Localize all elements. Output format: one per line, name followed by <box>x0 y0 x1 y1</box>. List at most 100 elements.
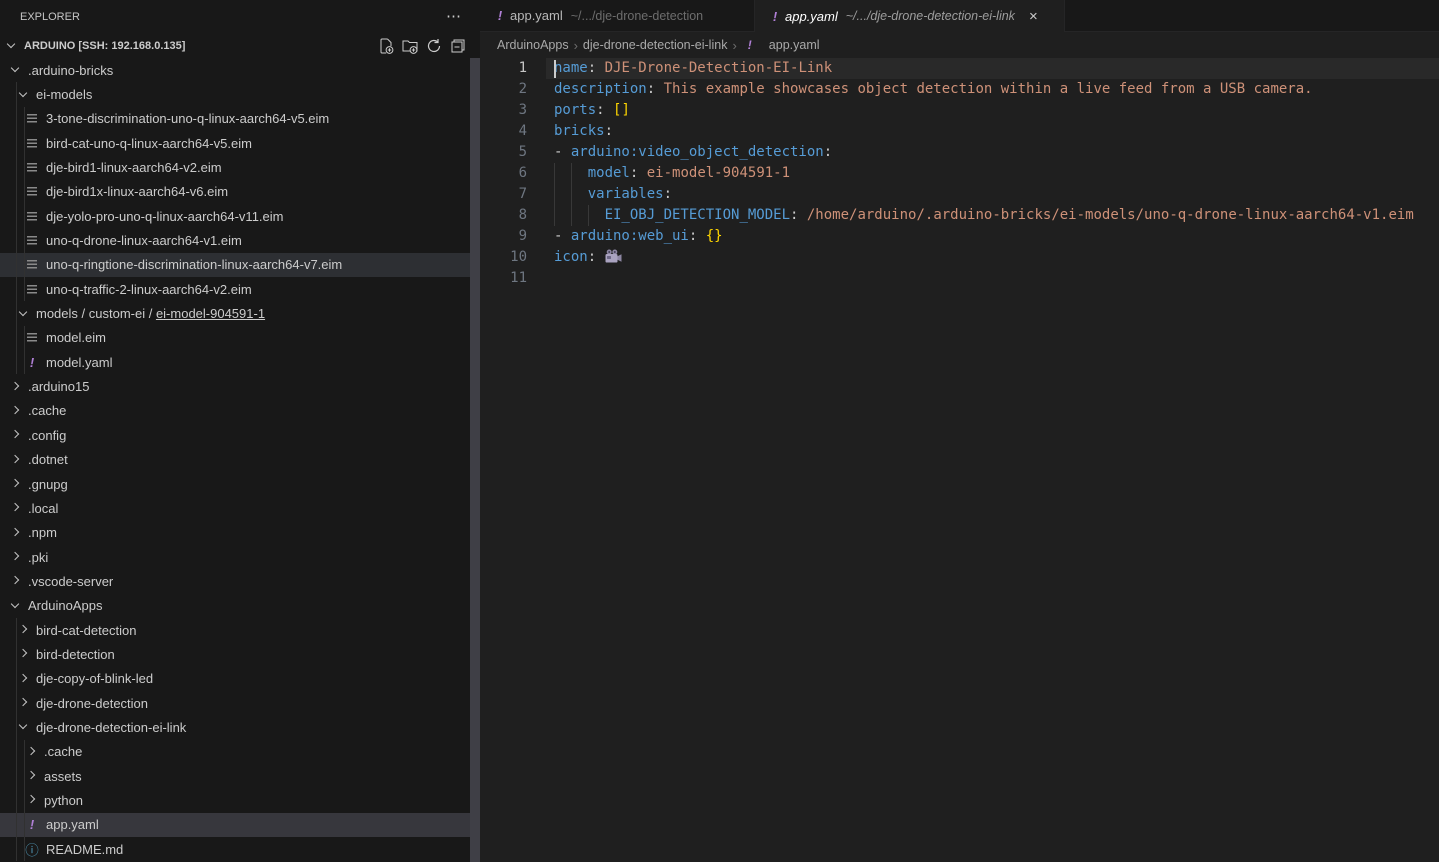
indent-guide <box>16 228 17 252</box>
tree-item[interactable]: .arduino-bricks <box>0 58 480 82</box>
tree-item[interactable]: uno-q-drone-linux-aarch64-v1.eim <box>0 228 480 252</box>
code-line[interactable]: 8 EI_OBJ_DETECTION_MODEL: /home/arduino/… <box>480 205 1439 226</box>
tree-item[interactable]: uno-q-ringtione-discrimination-linux-aar… <box>0 253 480 277</box>
refresh-icon[interactable] <box>426 38 442 54</box>
file-icon <box>24 281 40 297</box>
tree-item[interactable]: !model.yaml <box>0 350 480 374</box>
tree-item[interactable]: .local <box>0 496 480 520</box>
chevron-right-icon[interactable] <box>16 695 32 711</box>
tree-item[interactable]: dje-yolo-pro-uno-q-linux-aarch64-v11.eim <box>0 204 480 228</box>
code-token: description <box>554 81 647 97</box>
chevron-right-icon[interactable] <box>8 403 24 419</box>
tree-item-label: model.yaml <box>46 355 112 370</box>
code-token: icon <box>554 249 588 265</box>
chevron-right-icon[interactable] <box>16 646 32 662</box>
chevron-down-icon[interactable] <box>8 598 24 614</box>
tree-item[interactable]: dje-copy-of-blink-led <box>0 667 480 691</box>
code-line[interactable]: 10icon: <box>480 247 1439 268</box>
chevron-right-icon[interactable] <box>24 792 40 808</box>
code-line[interactable]: 11 <box>480 268 1439 289</box>
file-icon <box>24 184 40 200</box>
code-area[interactable]: 1name: DJE-Drone-Detection-EI-Link2descr… <box>480 58 1439 862</box>
chevron-right-icon[interactable] <box>8 427 24 443</box>
chevron-down-icon[interactable] <box>16 719 32 735</box>
chevron-down-icon[interactable] <box>16 87 32 103</box>
yaml-icon: ! <box>24 817 40 833</box>
tree-item[interactable]: assets <box>0 764 480 788</box>
tree-item[interactable]: .pki <box>0 545 480 569</box>
chevron-right-icon[interactable] <box>16 671 32 687</box>
code-line[interactable]: 7 variables: <box>480 184 1439 205</box>
tree-item[interactable]: uno-q-traffic-2-linux-aarch64-v2.eim <box>0 277 480 301</box>
chevron-right-icon[interactable] <box>16 622 32 638</box>
chevron-right-icon[interactable] <box>8 573 24 589</box>
tree-item[interactable]: .config <box>0 423 480 447</box>
code-line[interactable]: 5- arduino:video_object_detection: <box>480 142 1439 163</box>
tree-item[interactable]: .vscode-server <box>0 569 480 593</box>
tree-item[interactable]: ei-models <box>0 82 480 106</box>
tree-item[interactable]: !app.yaml <box>0 813 480 837</box>
more-actions-icon[interactable]: ⋯ <box>446 12 462 22</box>
tree-item[interactable]: bird-cat-detection <box>0 618 480 642</box>
new-file-icon[interactable] <box>378 38 394 54</box>
tree-item-link: ei-model-904591-1 <box>156 306 265 321</box>
chevron-down-icon[interactable] <box>8 62 24 78</box>
code-line[interactable]: 9- arduino:web_ui: {} <box>480 226 1439 247</box>
chevron-down-icon[interactable] <box>16 306 32 322</box>
tree-item-label: .vscode-server <box>28 574 113 589</box>
code-token: ports <box>554 102 596 118</box>
tree-item[interactable]: .cache <box>0 399 480 423</box>
tab-bar-filler <box>1065 0 1439 32</box>
chevron-right-icon[interactable] <box>8 452 24 468</box>
chevron-right-icon[interactable] <box>8 525 24 541</box>
sidebar-scrollbar[interactable] <box>470 58 480 862</box>
tree-item[interactable]: dje-drone-detection <box>0 691 480 715</box>
indent-guide <box>16 350 17 374</box>
breadcrumb-item[interactable]: !app.yaml <box>742 37 820 53</box>
tab[interactable]: !app.yaml~/.../dje-drone-detection <box>480 0 755 32</box>
chevron-right-icon[interactable] <box>8 476 24 492</box>
tree-item[interactable]: bird-detection <box>0 642 480 666</box>
code-line[interactable]: 1name: DJE-Drone-Detection-EI-Link <box>480 58 1439 79</box>
code-line[interactable]: 6 model: ei-model-904591-1 <box>480 163 1439 184</box>
code-token <box>596 249 604 265</box>
tree-item[interactable]: python <box>0 788 480 812</box>
breadcrumb-item[interactable]: dje-drone-detection-ei-link <box>583 38 728 52</box>
tree-item[interactable]: models / custom-ei / ei-model-904591-1 <box>0 301 480 325</box>
tree-item[interactable]: .dotnet <box>0 448 480 472</box>
tree-item[interactable]: .gnupg <box>0 472 480 496</box>
tree-item[interactable]: dje-drone-detection-ei-link <box>0 715 480 739</box>
tree-item[interactable]: dje-bird1x-linux-aarch64-v6.eim <box>0 180 480 204</box>
tree-item[interactable]: dje-bird1-linux-aarch64-v2.eim <box>0 155 480 179</box>
collapse-all-icon[interactable] <box>450 38 466 54</box>
tree-item[interactable]: ⓘREADME.md <box>0 837 480 861</box>
tree-item[interactable]: model.eim <box>0 326 480 350</box>
tab-label: app.yaml <box>510 8 563 23</box>
chevron-right-icon[interactable] <box>8 549 24 565</box>
tree-item-label: uno-q-ringtione-discrimination-linux-aar… <box>46 257 342 272</box>
tab[interactable]: !app.yaml~/.../dje-drone-detection-ei-li… <box>755 0 1065 32</box>
chevron-right-icon[interactable] <box>24 768 40 784</box>
code-token: This example showcases object detection … <box>655 81 1312 97</box>
tree-item[interactable]: .cache <box>0 740 480 764</box>
code-line[interactable]: 2description: This example showcases obj… <box>480 79 1439 100</box>
tree-item[interactable]: 3-tone-discrimination-uno-q-linux-aarch6… <box>0 107 480 131</box>
tree-item[interactable]: .npm <box>0 521 480 545</box>
code-token: [] <box>613 102 630 118</box>
tree-item-label: dje-copy-of-blink-led <box>36 671 153 686</box>
chevron-right-icon[interactable] <box>24 744 40 760</box>
tree-item[interactable]: ArduinoApps <box>0 594 480 618</box>
tree-item[interactable]: bird-cat-uno-q-linux-aarch64-v5.eim <box>0 131 480 155</box>
yaml-icon: ! <box>492 8 508 24</box>
tree-item[interactable]: .arduino15 <box>0 374 480 398</box>
breadcrumb-item[interactable]: ArduinoApps <box>497 38 569 52</box>
yaml-icon: ! <box>742 37 758 53</box>
breadcrumb: ArduinoApps›dje-drone-detection-ei-link›… <box>480 32 1439 58</box>
chevron-right-icon[interactable] <box>8 379 24 395</box>
code-line[interactable]: 4bricks: <box>480 121 1439 142</box>
workspace-section-header[interactable]: ARDUINO [SSH: 192.168.0.135] <box>0 33 480 58</box>
new-folder-icon[interactable] <box>402 38 418 54</box>
code-line[interactable]: 3ports: [] <box>480 100 1439 121</box>
close-icon[interactable]: × <box>1029 9 1038 24</box>
chevron-right-icon[interactable] <box>8 500 24 516</box>
